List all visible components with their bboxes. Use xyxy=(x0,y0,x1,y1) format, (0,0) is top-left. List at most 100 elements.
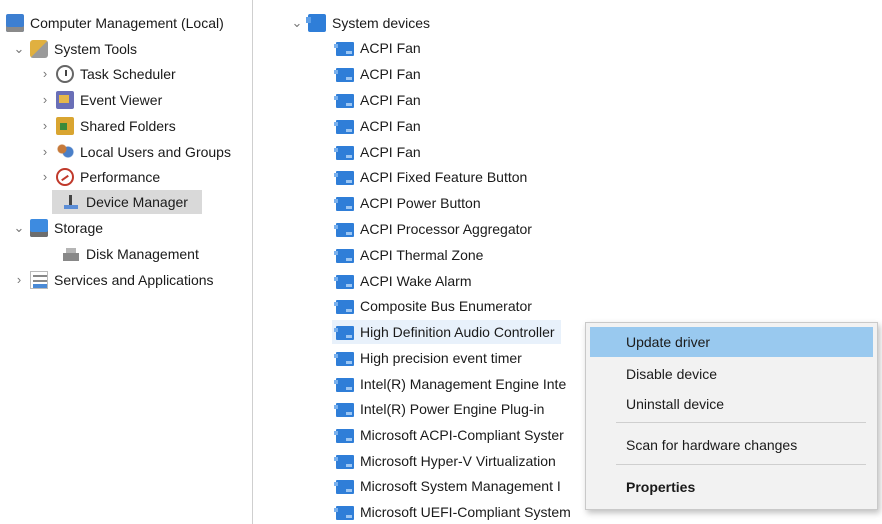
device-item[interactable]: ACPI Fan xyxy=(332,140,421,164)
menu-item-label: Scan for hardware changes xyxy=(626,437,798,453)
chevron-down-icon[interactable]: ⌄ xyxy=(12,37,26,61)
tree-item-system-tools[interactable]: ⌄ System Tools xyxy=(12,37,137,61)
tree-item-label: Shared Folders xyxy=(80,118,176,134)
menu-separator xyxy=(616,464,866,465)
tree-item-event-viewer[interactable]: › Event Viewer xyxy=(38,88,162,112)
tree-item-label: Local Users and Groups xyxy=(80,144,231,160)
tree-item-label: Event Viewer xyxy=(80,92,163,108)
device-label: Microsoft System Management I xyxy=(360,478,561,494)
device-item-selected[interactable]: High Definition Audio Controller xyxy=(332,320,561,344)
storage-icon xyxy=(30,219,48,237)
update-driver-menu-item[interactable]: Update driver xyxy=(590,327,873,357)
device-item[interactable]: Microsoft System Management I xyxy=(332,474,561,498)
console-tree: Computer Management (Local) ⌄ System Too… xyxy=(0,0,253,524)
device-icon xyxy=(334,93,354,108)
tree-item-services[interactable]: › Services and Applications xyxy=(12,268,214,292)
device-item[interactable]: Intel(R) Power Engine Plug-in xyxy=(332,397,544,421)
tree-item-task-scheduler[interactable]: › Task Scheduler xyxy=(38,62,176,86)
device-item[interactable]: Microsoft ACPI-Compliant Syster xyxy=(332,423,564,447)
chevron-down-icon[interactable]: ⌄ xyxy=(12,216,26,240)
device-icon xyxy=(334,325,354,340)
device-item[interactable]: High precision event timer xyxy=(332,346,522,370)
device-label: ACPI Thermal Zone xyxy=(360,247,484,263)
device-item[interactable]: ACPI Fan xyxy=(332,36,421,60)
tree-item-label: Computer Management (Local) xyxy=(30,15,224,31)
properties-menu-item[interactable]: Properties xyxy=(590,472,873,502)
system-tools-icon xyxy=(30,40,48,58)
tree-item-local-users[interactable]: › Local Users and Groups xyxy=(38,140,231,164)
device-item[interactable]: ACPI Fixed Feature Button xyxy=(332,165,527,189)
device-item[interactable]: ACPI Thermal Zone xyxy=(332,243,483,267)
menu-item-label: Update driver xyxy=(626,334,711,350)
device-label: Intel(R) Management Engine Inte xyxy=(360,376,567,392)
chevron-right-icon[interactable]: › xyxy=(12,268,26,292)
device-category-system-devices[interactable]: ⌄ System devices xyxy=(290,11,430,35)
device-label: High Definition Audio Controller xyxy=(360,324,555,340)
device-icon xyxy=(334,505,354,520)
menu-separator xyxy=(616,422,866,423)
tree-item-storage[interactable]: ⌄ Storage xyxy=(12,216,103,240)
tree-item-label: Disk Management xyxy=(86,246,199,262)
device-icon xyxy=(334,351,354,366)
chevron-right-icon[interactable]: › xyxy=(38,165,52,189)
scan-hardware-menu-item[interactable]: Scan for hardware changes xyxy=(590,430,873,460)
menu-item-label: Uninstall device xyxy=(626,396,725,412)
uninstall-device-menu-item[interactable]: Uninstall device xyxy=(590,389,873,419)
chevron-right-icon[interactable]: › xyxy=(38,88,52,112)
device-item[interactable]: ACPI Processor Aggregator xyxy=(332,217,532,241)
device-item[interactable]: Composite Bus Enumerator xyxy=(332,294,532,318)
disable-device-menu-item[interactable]: Disable device xyxy=(590,359,873,389)
device-icon xyxy=(334,248,354,263)
device-item[interactable]: ACPI Power Button xyxy=(332,191,481,215)
menu-item-label: Disable device xyxy=(626,366,718,382)
clock-icon xyxy=(56,65,74,83)
tree-item-performance[interactable]: › Performance xyxy=(38,165,160,189)
device-label: ACPI Processor Aggregator xyxy=(360,221,532,237)
chevron-right-icon[interactable]: › xyxy=(38,62,52,86)
tree-item-disk-management[interactable]: Disk Management xyxy=(52,242,199,266)
tree-item-label: Performance xyxy=(80,169,161,185)
device-icon xyxy=(334,196,354,211)
device-icon xyxy=(334,222,354,237)
chevron-right-icon[interactable]: › xyxy=(38,114,52,138)
tree-item-label: Storage xyxy=(54,220,104,236)
device-label: ACPI Wake Alarm xyxy=(360,273,472,289)
device-item[interactable]: Microsoft UEFI-Compliant System xyxy=(332,500,571,524)
performance-icon xyxy=(56,168,74,186)
device-icon xyxy=(334,119,354,134)
computer-management-icon xyxy=(6,14,24,32)
tree-item-label: System Tools xyxy=(54,41,137,57)
device-label: High precision event timer xyxy=(360,350,522,366)
device-item[interactable]: ACPI Fan xyxy=(332,114,421,138)
device-icon xyxy=(334,274,354,289)
chevron-right-icon[interactable]: › xyxy=(38,140,52,164)
chevron-down-icon[interactable]: ⌄ xyxy=(290,11,304,35)
shared-folder-icon xyxy=(56,117,74,135)
device-item[interactable]: ACPI Fan xyxy=(332,88,421,112)
device-label: ACPI Fan xyxy=(360,92,421,108)
device-icon xyxy=(334,479,354,494)
tree-item-shared-folders[interactable]: › Shared Folders xyxy=(38,114,176,138)
tree-item-computer-management[interactable]: Computer Management (Local) xyxy=(2,11,224,35)
device-label: Microsoft Hyper-V Virtualization xyxy=(360,453,556,469)
device-item[interactable]: Microsoft Hyper-V Virtualization xyxy=(332,449,556,473)
device-icon xyxy=(334,145,354,160)
device-manager-icon xyxy=(62,193,80,211)
services-icon xyxy=(30,271,48,289)
device-icon xyxy=(334,402,354,417)
device-label: ACPI Fan xyxy=(360,66,421,82)
device-label: ACPI Fan xyxy=(360,144,421,160)
device-item[interactable]: Intel(R) Management Engine Inte xyxy=(332,372,566,396)
device-icon xyxy=(334,428,354,443)
tree-item-device-manager[interactable]: Device Manager xyxy=(52,190,202,214)
device-icon xyxy=(334,299,354,314)
device-item[interactable]: ACPI Fan xyxy=(332,62,421,86)
device-label: ACPI Fan xyxy=(360,40,421,56)
event-viewer-icon xyxy=(56,91,74,109)
disk-management-icon xyxy=(62,245,80,263)
device-icon xyxy=(334,454,354,469)
device-label: Composite Bus Enumerator xyxy=(360,298,532,314)
device-item[interactable]: ACPI Wake Alarm xyxy=(332,269,472,293)
device-icon xyxy=(334,41,354,56)
system-devices-icon xyxy=(306,14,326,32)
